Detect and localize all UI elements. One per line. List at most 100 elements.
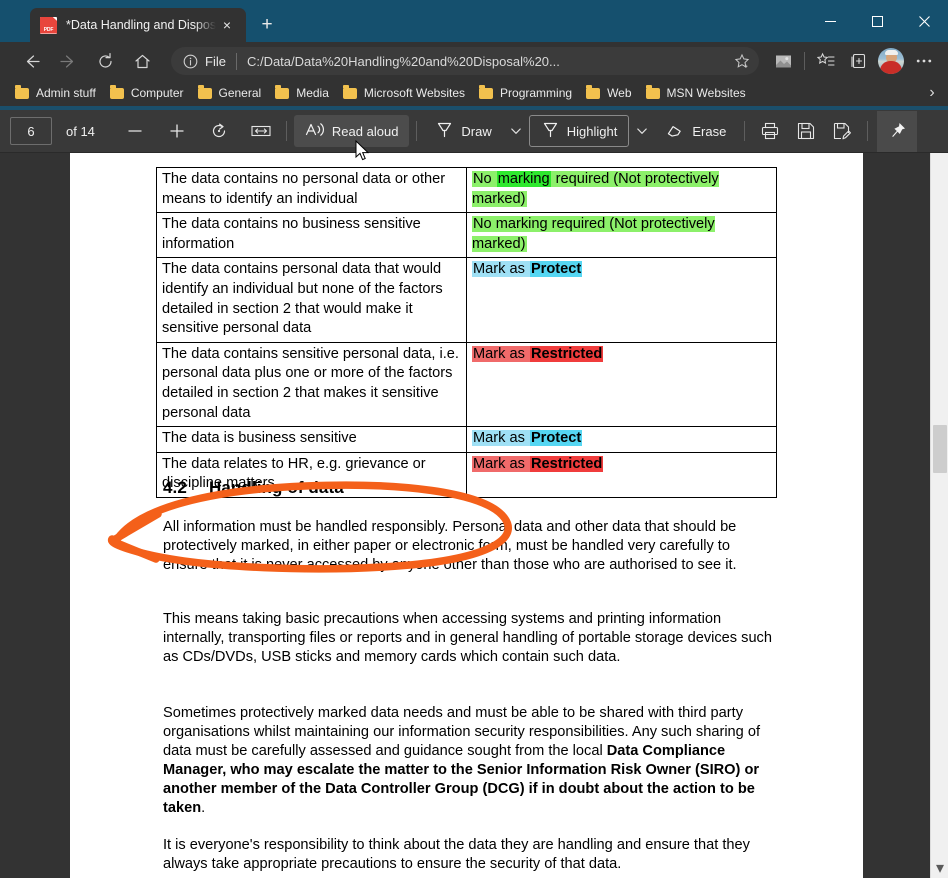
table-cell-marking: No marking required (Not protectively ma… bbox=[467, 213, 777, 258]
collections-icon[interactable] bbox=[842, 45, 874, 77]
omnibox[interactable]: File C:/Data/Data%20Handling%20and%20Dis… bbox=[171, 47, 759, 75]
highlight-blue: Mark as bbox=[472, 430, 530, 446]
home-icon[interactable] bbox=[125, 44, 159, 78]
scroll-down-arrow-icon[interactable]: ▾ bbox=[931, 860, 948, 876]
info-circle-icon[interactable] bbox=[181, 52, 199, 70]
more-ellipsis-icon[interactable] bbox=[908, 45, 940, 77]
highlight-button[interactable]: Highlight bbox=[529, 115, 630, 147]
refresh-icon[interactable] bbox=[88, 44, 122, 78]
paragraph-3: Sometimes protectively marked data needs… bbox=[163, 704, 773, 819]
table-row: The data is business sensitive Mark as P… bbox=[157, 427, 777, 453]
bookmark-label: Programming bbox=[500, 86, 572, 100]
read-aloud-label: Read aloud bbox=[332, 124, 399, 139]
table-cell-marking: Mark as Protect bbox=[467, 427, 777, 453]
draw-chevron-down-icon[interactable] bbox=[503, 115, 529, 147]
highlight-blue: Mark as bbox=[472, 261, 530, 277]
print-icon[interactable] bbox=[752, 115, 788, 147]
close-icon[interactable]: × bbox=[216, 14, 238, 36]
zoom-out-button[interactable] bbox=[117, 115, 153, 147]
folder-icon bbox=[110, 88, 124, 99]
page-count-label: of 14 bbox=[66, 124, 95, 139]
pdf-toolbar: 6 of 14 Read aloud Draw bbox=[0, 110, 948, 153]
highlight-green: No bbox=[472, 171, 497, 187]
bookmark-item[interactable]: Web bbox=[579, 82, 638, 104]
back-arrow-icon[interactable] bbox=[14, 44, 48, 78]
highlight-red: Mark as bbox=[472, 456, 530, 472]
highlight-blue-strong: Protect bbox=[530, 430, 582, 446]
window-controls bbox=[807, 0, 948, 42]
toolbar-divider bbox=[286, 121, 287, 141]
table-cell-marking: Mark as Restricted bbox=[467, 342, 777, 426]
minimize-icon[interactable] bbox=[807, 0, 854, 42]
tab-strip: *Data Handling and Disposal Pol × + bbox=[0, 0, 282, 42]
erase-button[interactable]: Erase bbox=[655, 115, 737, 147]
highlight-green-strong: marking bbox=[497, 171, 551, 187]
pen-icon bbox=[435, 121, 454, 142]
table-row: The data contains no personal data or ot… bbox=[157, 168, 777, 213]
browser-window: *Data Handling and Disposal Pol × + bbox=[0, 0, 948, 878]
highlight-chevron-down-icon[interactable] bbox=[629, 115, 655, 147]
forward-arrow-icon[interactable] bbox=[51, 44, 85, 78]
section-number: 4.2 bbox=[163, 478, 209, 498]
tab-title: *Data Handling and Disposal Pol bbox=[66, 18, 216, 32]
close-icon[interactable] bbox=[901, 0, 948, 42]
table-cell-condition: The data is business sensitive bbox=[157, 427, 467, 453]
folder-icon bbox=[275, 88, 289, 99]
bookmark-label: Admin stuff bbox=[36, 86, 96, 100]
draw-button[interactable]: Draw bbox=[424, 115, 502, 147]
table-cell-condition: The data contains personal data that wou… bbox=[157, 258, 467, 342]
save-icon[interactable] bbox=[788, 115, 824, 147]
favorite-star-icon[interactable] bbox=[729, 48, 755, 74]
new-tab-button[interactable]: + bbox=[252, 9, 282, 39]
bookmark-label: General bbox=[219, 86, 262, 100]
favorites-list-icon[interactable] bbox=[810, 45, 842, 77]
image-placeholder-icon[interactable] bbox=[767, 45, 799, 77]
paragraph-3-tail: . bbox=[201, 800, 205, 816]
folder-icon bbox=[343, 88, 357, 99]
bookmark-item[interactable]: Admin stuff bbox=[8, 82, 103, 104]
bookmark-item[interactable]: General bbox=[191, 82, 269, 104]
read-aloud-icon bbox=[305, 121, 325, 141]
address-input[interactable]: C:/Data/Data%20Handling%20and%20Disposal… bbox=[247, 54, 729, 69]
paragraph-1: All information must be handled responsi… bbox=[163, 518, 773, 575]
fit-to-width-icon[interactable] bbox=[243, 115, 279, 147]
folder-icon bbox=[15, 88, 29, 99]
bookmark-item[interactable]: MSN Websites bbox=[639, 82, 753, 104]
folder-icon bbox=[586, 88, 600, 99]
table-row: The data contains sensitive personal dat… bbox=[157, 342, 777, 426]
save-as-icon[interactable] bbox=[824, 115, 860, 147]
read-aloud-button[interactable]: Read aloud bbox=[294, 115, 410, 147]
folder-icon bbox=[479, 88, 493, 99]
folder-icon bbox=[646, 88, 660, 99]
page-number-input[interactable]: 6 bbox=[10, 117, 52, 145]
bookmark-item[interactable]: Microsoft Websites bbox=[336, 82, 472, 104]
highlighter-icon bbox=[541, 121, 560, 142]
classification-table: The data contains no personal data or ot… bbox=[156, 167, 777, 498]
bookmarks-overflow-button[interactable]: › bbox=[922, 83, 942, 103]
omnibox-scheme-label: File bbox=[205, 54, 226, 69]
table-cell-marking: No marking required (Not protectively ma… bbox=[467, 168, 777, 213]
highlight-red-strong: Restricted bbox=[530, 456, 603, 472]
section-title: Handling of data bbox=[209, 478, 344, 497]
bookmark-label: Computer bbox=[131, 86, 184, 100]
bookmark-item[interactable]: Media bbox=[268, 82, 336, 104]
highlight-blue-strong: Protect bbox=[530, 261, 582, 277]
pdf-viewer[interactable]: The data contains no personal data or ot… bbox=[0, 153, 930, 878]
eraser-icon bbox=[666, 121, 685, 142]
rotate-icon[interactable] bbox=[201, 115, 237, 147]
bookmarks-bar: Admin stuff Computer General Media Micro… bbox=[0, 80, 948, 106]
pin-toolbar-icon[interactable] bbox=[877, 111, 917, 152]
scrollbar-thumb[interactable] bbox=[933, 425, 947, 473]
bookmark-item[interactable]: Programming bbox=[472, 82, 579, 104]
profile-avatar[interactable] bbox=[878, 48, 904, 74]
bookmark-item[interactable]: Computer bbox=[103, 82, 191, 104]
pdf-file-icon bbox=[40, 17, 57, 34]
bookmark-label: MSN Websites bbox=[667, 86, 746, 100]
maximize-icon[interactable] bbox=[854, 0, 901, 42]
toolbar-divider bbox=[867, 121, 868, 141]
browser-tab-active[interactable]: *Data Handling and Disposal Pol × bbox=[30, 8, 246, 42]
vertical-scrollbar[interactable]: ▾ bbox=[930, 153, 948, 878]
table-cell-condition: The data contains sensitive personal dat… bbox=[157, 342, 467, 426]
section-heading: 4.2Handling of data bbox=[163, 478, 344, 498]
zoom-in-button[interactable] bbox=[159, 115, 195, 147]
